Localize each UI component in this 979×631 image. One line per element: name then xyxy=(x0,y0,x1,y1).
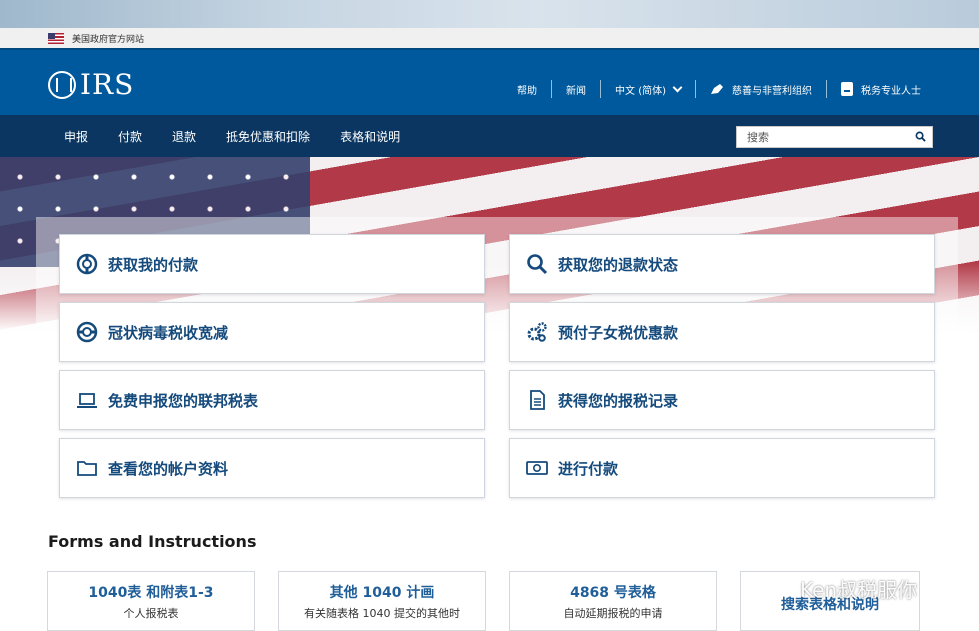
util-help-link[interactable]: 帮助 xyxy=(503,80,551,98)
card-label: 冠状病毒税收宽减 xyxy=(108,323,229,342)
gov-banner: 美国政府官方网站 xyxy=(0,28,979,48)
card-label: 获取我的付款 xyxy=(108,255,199,274)
util-label: 税务专业人士 xyxy=(861,85,921,97)
quick-link-refund-status[interactable]: 获取您的退款状态 xyxy=(509,234,935,294)
nav-credits-deductions[interactable]: 抵免优惠和扣除 xyxy=(226,128,310,145)
util-news-link[interactable]: 新闻 xyxy=(552,80,600,98)
form-card-1040[interactable]: 1040表 和附表1-3 个人报税表 xyxy=(47,571,255,631)
irs-logo[interactable]: IRS xyxy=(48,68,134,101)
nav-refunds[interactable]: 退款 xyxy=(172,128,196,145)
form-card-subtitle: 自动延期报税的申请 xyxy=(563,607,663,620)
nav-forms-instructions[interactable]: 表格和说明 xyxy=(340,128,400,145)
document-icon xyxy=(530,390,545,410)
util-tax-pros-link[interactable]: 税务专业人士 xyxy=(827,80,935,98)
quick-link-child-tax-credit[interactable]: 预付子女税优惠款 xyxy=(509,302,935,362)
gears-icon xyxy=(527,322,547,342)
nav-pay[interactable]: 付款 xyxy=(118,128,142,145)
form-card-subtitle: 有关随表格 1040 提交的其他时 xyxy=(304,607,460,620)
forms-section-title: Forms and Instructions xyxy=(48,532,257,551)
browser-top-strip xyxy=(0,0,979,28)
search-placeholder: 搜索 xyxy=(747,131,769,144)
form-card-title: 4868 号表格 xyxy=(570,585,656,601)
quick-link-get-payment[interactable]: 获取我的付款 xyxy=(59,234,485,294)
quick-link-free-file[interactable]: 免费申报您的联邦税表 xyxy=(59,370,485,430)
quick-link-view-account[interactable]: 查看您的帐户资料 xyxy=(59,438,485,498)
laptop-icon xyxy=(77,393,97,408)
folder-icon xyxy=(77,461,97,476)
card-label: 查看您的帐户资料 xyxy=(108,459,229,478)
form-card-4868[interactable]: 4868 号表格 自动延期报税的申请 xyxy=(509,571,717,631)
card-label: 获得您的报税记录 xyxy=(558,391,679,410)
site-header: IRS 帮助 新闻 中文 (简体) 慈善与非营利组织 税务专业人士 xyxy=(0,48,979,115)
watermark: Ken叔税服你 xyxy=(768,574,917,603)
util-label: 中文 (简体) xyxy=(615,85,666,97)
eagle-seal-icon xyxy=(48,70,76,99)
lifebuoy-icon xyxy=(76,321,98,343)
form-card-subtitle: 个人报税表 xyxy=(123,607,179,620)
pen-icon xyxy=(711,84,723,94)
logo-text: IRS xyxy=(80,68,135,101)
card-label: 预付子女税优惠款 xyxy=(558,323,679,342)
wechat-icon xyxy=(768,580,793,597)
util-label: 新闻 xyxy=(566,85,587,97)
card-label: 免费申报您的联邦税表 xyxy=(108,391,259,410)
id-card-icon xyxy=(841,82,853,96)
utility-nav: 帮助 新闻 中文 (简体) 慈善与非营利组织 税务专业人士 xyxy=(503,80,935,98)
form-card-other-1040[interactable]: 其他 1040 计画 有关随表格 1040 提交的其他时 xyxy=(278,571,486,631)
lifebuoy-icon xyxy=(76,253,98,275)
language-select[interactable]: 中文 (简体) xyxy=(601,80,695,98)
search-icon xyxy=(527,254,548,275)
gov-banner-text: 美国政府官方网站 xyxy=(72,34,145,45)
nav-file[interactable]: 申报 xyxy=(64,128,88,145)
card-label: 进行付款 xyxy=(558,459,619,478)
search-input[interactable]: 搜索 xyxy=(736,126,933,148)
quick-link-tax-records[interactable]: 获得您的报税记录 xyxy=(509,370,935,430)
money-icon xyxy=(526,461,548,475)
form-card-title: 其他 1040 计画 xyxy=(329,585,435,601)
quick-link-coronavirus-relief[interactable]: 冠状病毒税收宽减 xyxy=(59,302,485,362)
util-label: 慈善与非营利组织 xyxy=(732,85,812,97)
card-label: 获取您的退款状态 xyxy=(558,255,679,274)
search-icon[interactable] xyxy=(915,131,926,142)
quick-link-make-payment[interactable]: 进行付款 xyxy=(509,438,935,498)
watermark-text: Ken叔税服你 xyxy=(800,578,918,602)
form-card-title: 1040表 和附表1-3 xyxy=(88,585,214,601)
chevron-down-icon xyxy=(672,82,683,92)
util-label: 帮助 xyxy=(517,85,538,97)
util-charities-link[interactable]: 慈善与非营利组织 xyxy=(696,80,826,98)
us-flag-icon xyxy=(48,32,64,44)
main-nav: 申报 付款 退款 抵免优惠和扣除 表格和说明 搜索 xyxy=(0,115,979,157)
